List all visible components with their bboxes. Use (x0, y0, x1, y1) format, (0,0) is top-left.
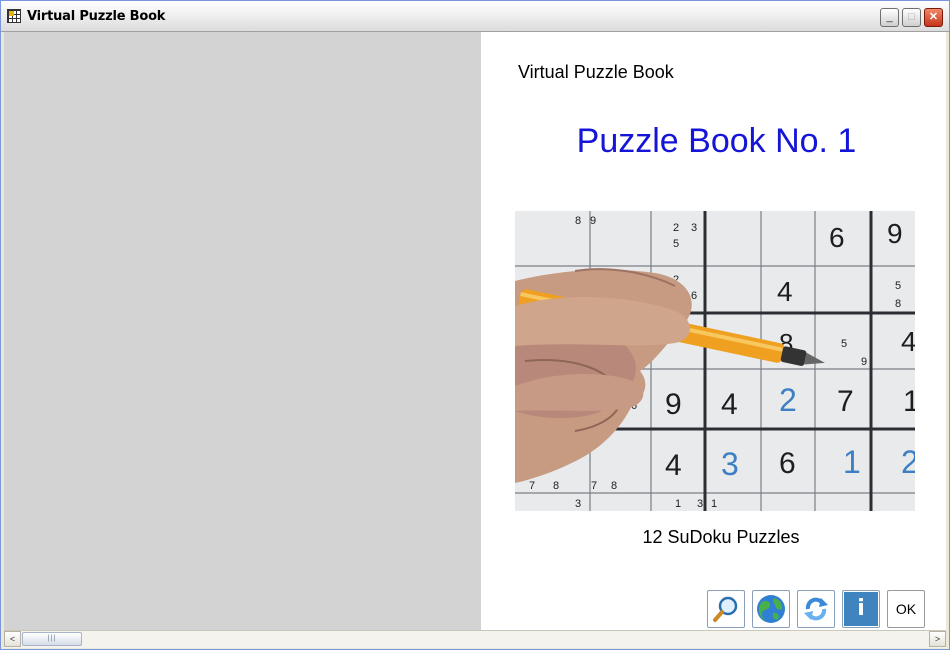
left-page (4, 32, 481, 630)
puzzle-grid-icon (7, 9, 21, 23)
svg-text:2: 2 (779, 382, 797, 418)
svg-text:5: 5 (895, 280, 901, 292)
scroll-left-button[interactable]: < (4, 631, 21, 647)
svg-text:2: 2 (901, 444, 915, 480)
svg-text:1: 1 (903, 385, 915, 418)
scroll-right-button[interactable]: > (929, 631, 946, 647)
svg-text:5: 5 (673, 238, 679, 250)
web-button[interactable] (752, 590, 790, 628)
cover-image: 6 9 4 8 4 9 4 7 1 4 6 89 23 5 2 6 5 9 5 … (515, 211, 915, 511)
book-title: Puzzle Book No. 1 (576, 122, 857, 160)
svg-text:9: 9 (590, 215, 596, 227)
svg-text:5: 5 (841, 338, 847, 350)
svg-text:7: 7 (529, 480, 535, 492)
svg-text:4: 4 (777, 276, 793, 307)
sudoku-with-pen-photo: 6 9 4 8 4 9 4 7 1 4 6 89 23 5 2 6 5 9 5 … (515, 211, 915, 511)
svg-text:3: 3 (721, 446, 739, 482)
svg-text:9: 9 (665, 388, 682, 421)
svg-text:3: 3 (575, 498, 581, 510)
svg-text:7: 7 (837, 385, 854, 418)
close-button[interactable]: ✕ (924, 8, 943, 27)
svg-text:4: 4 (665, 449, 682, 482)
svg-text:1: 1 (711, 498, 717, 510)
svg-text:1: 1 (675, 498, 681, 510)
app-window: Virtual Puzzle Book _ □ ✕ Virtual Puzzle… (0, 0, 950, 650)
svg-text:8: 8 (553, 480, 559, 492)
svg-text:6: 6 (829, 222, 845, 253)
svg-text:6: 6 (779, 447, 796, 480)
svg-text:2: 2 (673, 222, 679, 234)
info-icon: i (844, 592, 878, 626)
horizontal-scrollbar[interactable]: < ||| > (4, 630, 946, 648)
svg-text:1: 1 (843, 444, 861, 480)
info-button[interactable]: i (842, 590, 880, 628)
book-view: Virtual Puzzle Book Puzzle Book No. 1 6 … (4, 32, 946, 630)
svg-text:3: 3 (697, 498, 703, 510)
title-bar[interactable]: Virtual Puzzle Book _ □ ✕ (1, 1, 949, 32)
svg-text:8: 8 (575, 215, 581, 227)
minimize-button[interactable]: _ (880, 8, 899, 27)
svg-text:4: 4 (901, 326, 915, 357)
book-header: Virtual Puzzle Book (518, 62, 674, 82)
svg-text:7: 7 (591, 480, 597, 492)
svg-text:4: 4 (721, 388, 738, 421)
globe-icon (757, 595, 785, 623)
info-label: i (857, 596, 865, 621)
svg-text:8: 8 (611, 480, 617, 492)
zoom-button[interactable] (707, 590, 745, 628)
svg-text:8: 8 (895, 298, 901, 310)
window-title: Virtual Puzzle Book (27, 9, 166, 24)
svg-text:9: 9 (887, 218, 903, 249)
right-page: Virtual Puzzle Book Puzzle Book No. 1 6 … (481, 32, 946, 630)
scroll-thumb[interactable]: ||| (22, 632, 82, 646)
ok-button[interactable]: OK (887, 590, 925, 628)
refresh-icon (804, 597, 828, 621)
svg-text:9: 9 (861, 356, 867, 368)
magnifier-icon (713, 596, 738, 622)
book-subtitle: 12 SuDoku Puzzles (642, 527, 800, 547)
svg-text:3: 3 (691, 222, 697, 234)
refresh-button[interactable] (797, 590, 835, 628)
maximize-button[interactable]: □ (902, 8, 921, 27)
svg-text:6: 6 (691, 290, 697, 302)
